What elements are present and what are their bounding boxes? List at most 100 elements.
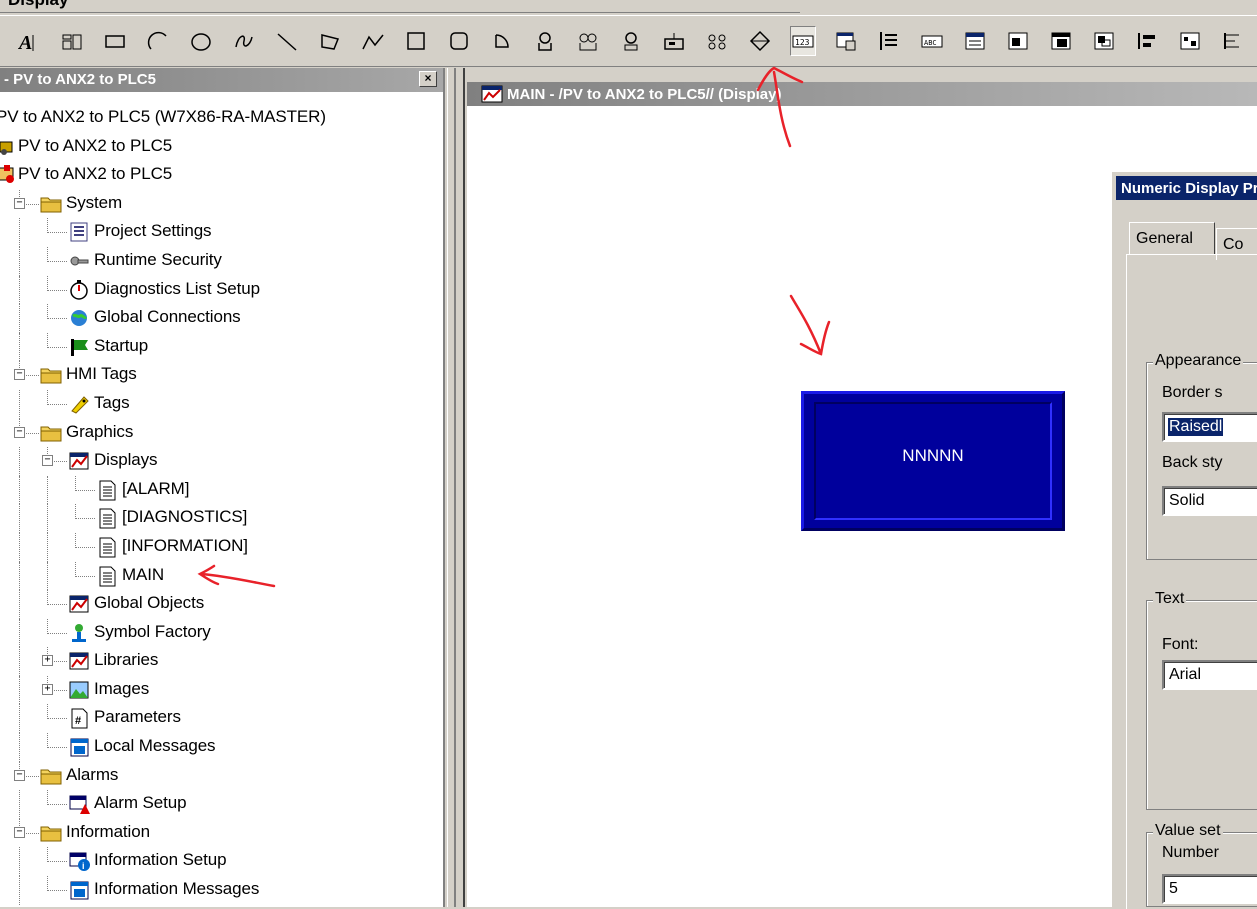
tree-item[interactable]: PV to ANX2 to PLC5: [0, 161, 443, 190]
collapse-icon[interactable]: −: [14, 426, 25, 438]
tree-item[interactable]: − System: [0, 189, 443, 219]
tree-item-label: PV to ANX2 to PLC5 (W7X86-RA-MASTER): [0, 107, 326, 126]
tree-item[interactable]: Runtime Security: [0, 246, 443, 276]
tree-item[interactable]: PV to ANX2 to PLC5: [0, 133, 443, 162]
display-icon: [481, 84, 503, 104]
border-style-select[interactable]: Raisedl: [1162, 412, 1257, 442]
tree-item[interactable]: MAIN: [0, 561, 443, 591]
alarm-list-icon[interactable]: [1048, 26, 1074, 56]
goto-button-icon[interactable]: [704, 26, 730, 56]
tree-connector: [47, 733, 48, 749]
tree-item[interactable]: Symbol Factory: [0, 618, 443, 648]
tree-item[interactable]: [INFORMATION]: [0, 532, 443, 562]
display-title: MAIN - /PV to ANX2 to PLC5// (Display): [507, 86, 782, 103]
text-tool-icon[interactable]: A: [16, 26, 42, 56]
close-icon[interactable]: ×: [419, 71, 437, 87]
tree-item[interactable]: Project Settings: [0, 218, 443, 247]
arc-icon[interactable]: [145, 26, 171, 56]
multistate-button-icon[interactable]: [575, 26, 601, 56]
tree-item[interactable]: Global Objects: [0, 590, 443, 619]
polyline-icon[interactable]: [360, 26, 386, 56]
panel-icon[interactable]: [1177, 26, 1203, 56]
display-title-bar[interactable]: MAIN - /PV to ANX2 to PLC5// (Display): [467, 82, 1257, 106]
trend-icon[interactable]: [1091, 26, 1117, 56]
line-icon[interactable]: [274, 26, 300, 56]
tree-item-label: Displays: [94, 450, 158, 470]
tree-item[interactable]: PV to ANX2 to PLC5 (W7X86-RA-MASTER): [0, 104, 443, 133]
number-of-digits-field[interactable]: 5: [1162, 874, 1257, 904]
tree-connector: [47, 346, 67, 348]
expand-icon[interactable]: +: [42, 655, 53, 667]
wizard-icon[interactable]: [59, 26, 85, 56]
collapse-icon[interactable]: −: [14, 826, 25, 838]
tree-item[interactable]: [ALARM]: [0, 475, 443, 505]
rectangle-icon[interactable]: [102, 26, 128, 56]
text-legend: Text: [1153, 590, 1187, 608]
expand-icon[interactable]: +: [42, 683, 53, 695]
tree-item[interactable]: Startup: [0, 332, 443, 362]
tree-connector: [47, 847, 48, 863]
display-button-icon[interactable]: [661, 26, 687, 56]
messages-icon: [68, 736, 90, 758]
tree-item-label: HMI Tags: [66, 364, 137, 384]
freehand-icon[interactable]: [231, 26, 257, 56]
button-icon[interactable]: [532, 26, 558, 56]
tab-connections[interactable]: Co: [1216, 228, 1257, 260]
tree-connector: [75, 546, 95, 548]
tree-item-label: Symbol Factory: [94, 621, 211, 641]
message-display-icon[interactable]: [962, 26, 988, 56]
tree-item[interactable]: Information Messages: [0, 876, 443, 905]
tree-connector: [75, 489, 95, 491]
tree-item[interactable]: [DIAGNOSTICS]: [0, 504, 443, 533]
tree-item[interactable]: − Displays: [0, 447, 443, 476]
tree-item[interactable]: + Libraries: [0, 647, 443, 676]
string-display-icon[interactable]: ABC: [919, 26, 945, 56]
collapse-icon[interactable]: −: [14, 369, 25, 381]
tree-item[interactable]: − Graphics: [0, 418, 443, 448]
back-style-select[interactable]: Solid: [1162, 486, 1257, 516]
collapse-icon[interactable]: −: [14, 197, 25, 209]
tree-item[interactable]: Diagnostics List Setup: [0, 275, 443, 305]
square-icon[interactable]: [403, 26, 429, 56]
tree-item[interactable]: # Parameters: [0, 704, 443, 734]
tree-item-label: Global Objects: [94, 593, 205, 613]
tree-item[interactable]: i Information Setup: [0, 847, 443, 877]
list-icon[interactable]: [833, 26, 859, 56]
polygon-icon[interactable]: [317, 26, 343, 56]
tree-connector: [75, 504, 76, 520]
alarm-banner-icon[interactable]: [1005, 26, 1031, 56]
tree-item[interactable]: Alarm Setup: [0, 790, 443, 819]
tree-item[interactable]: − Alarms: [0, 761, 443, 791]
dialog-title-bar[interactable]: Numeric Display Properties: [1116, 176, 1257, 200]
menu-bar: Display: [0, 0, 1257, 14]
tree-item[interactable]: Local Messages: [0, 733, 443, 762]
numeric-display-object[interactable]: NNNNN: [801, 391, 1065, 531]
tree-item[interactable]: + Images: [0, 675, 443, 705]
collapse-icon[interactable]: −: [14, 769, 25, 781]
tree-item[interactable]: Global Connections: [0, 304, 443, 333]
tree-connector: [47, 332, 48, 348]
font-label: Font:: [1162, 636, 1199, 653]
menu-label[interactable]: Display: [8, 0, 68, 10]
tree-item[interactable]: Tags: [0, 389, 443, 419]
tree-connector: [75, 575, 95, 577]
collapse-icon[interactable]: −: [42, 455, 53, 467]
indicator-icon[interactable]: [618, 26, 644, 56]
tab-general[interactable]: General: [1129, 222, 1215, 254]
wedge-icon[interactable]: [489, 26, 515, 56]
folder-icon: [40, 822, 62, 844]
tree-connector: [47, 232, 67, 234]
bar-graph-icon[interactable]: [876, 26, 902, 56]
rounded-rect-icon[interactable]: [446, 26, 472, 56]
scale-icon[interactable]: [1220, 26, 1246, 56]
font-select[interactable]: Arial: [1162, 660, 1257, 690]
updown-icon[interactable]: [747, 26, 773, 56]
gauge-icon[interactable]: [1134, 26, 1160, 56]
tree-connector: [47, 218, 48, 234]
numeric-display-icon[interactable]: 123: [790, 26, 816, 56]
ellipse-icon[interactable]: [188, 26, 214, 56]
pane-splitter[interactable]: [447, 68, 465, 907]
tree-item[interactable]: − Information: [0, 818, 443, 848]
tree-item[interactable]: − HMI Tags: [0, 361, 443, 390]
tree-item-label: MAIN: [122, 564, 165, 584]
